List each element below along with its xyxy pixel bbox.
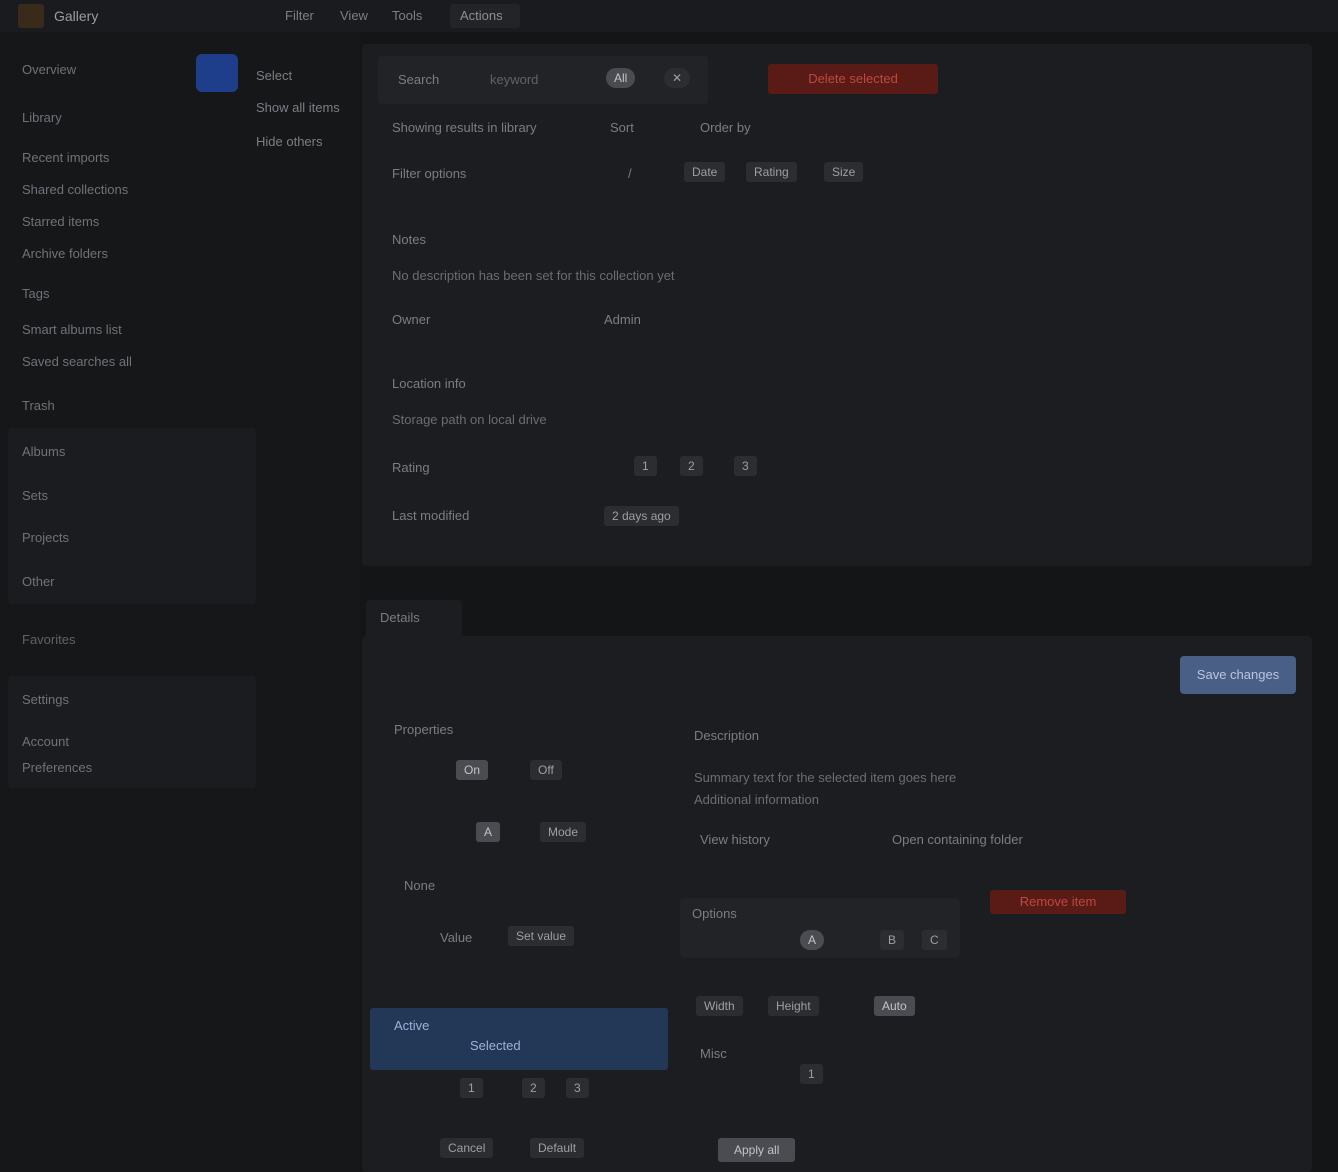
delete-selected-button[interactable]: Delete selected xyxy=(768,64,938,94)
sidebar-account[interactable]: Account xyxy=(22,734,69,749)
prop-row4-label: Value xyxy=(440,930,473,945)
option-a[interactable]: A xyxy=(800,930,825,950)
location-value: Storage path on local drive xyxy=(392,412,547,427)
sidebar-preferences[interactable]: Preferences xyxy=(22,760,92,775)
sidebar-item-overview[interactable]: Overview xyxy=(22,62,76,77)
sidebar-item-library[interactable]: Library xyxy=(22,110,62,125)
modified-label: Last modified xyxy=(392,508,470,523)
prop-row1-on[interactable]: On xyxy=(456,760,489,780)
sidebar-section-label: Favorites xyxy=(22,632,76,647)
prop-row1-off[interactable]: Off xyxy=(530,760,562,780)
sort-label[interactable]: Sort xyxy=(610,120,634,135)
sidebar-settings[interactable]: Settings xyxy=(22,692,69,707)
search-label: Search xyxy=(398,72,440,87)
sidebar-item-starred[interactable]: Starred items xyxy=(22,214,99,229)
bottom-option-1[interactable]: 1 xyxy=(460,1078,483,1098)
rating-option-3[interactable]: 3 xyxy=(734,456,757,476)
select-checkbox[interactable] xyxy=(196,54,238,92)
options-label: Options xyxy=(692,906,737,921)
order-by-label[interactable]: Order by xyxy=(700,120,751,135)
description-text: Summary text for the selected item goes … xyxy=(694,770,957,785)
results-subtitle: Showing results in library xyxy=(392,120,537,135)
sidebar-group-albums[interactable]: Albums xyxy=(22,444,65,459)
default-button[interactable]: Default xyxy=(530,1138,585,1158)
prop-row2-mode[interactable]: Mode xyxy=(540,822,587,842)
notes-value: No description has been set for this col… xyxy=(392,268,675,283)
sidebar-item-trash[interactable]: Trash xyxy=(22,398,55,413)
top-bar xyxy=(0,0,1338,32)
app-logo-icon xyxy=(18,4,44,28)
rating-option-2[interactable]: 2 xyxy=(680,456,703,476)
filter-label: Filter options xyxy=(392,166,467,181)
description-extra: Additional information xyxy=(694,792,820,807)
rating-label: Rating xyxy=(392,460,430,475)
remove-item-button[interactable]: Remove item xyxy=(990,890,1126,914)
cancel-button[interactable]: Cancel xyxy=(440,1138,494,1158)
close-icon[interactable]: ✕ xyxy=(664,68,691,88)
sidebar-item-tags[interactable]: Tags xyxy=(22,286,49,301)
actions-button-label: Actions xyxy=(460,8,503,23)
sidebar-group-sets[interactable]: Sets xyxy=(22,488,48,503)
prop-row3: None xyxy=(404,878,436,893)
sidebar-group-projects[interactable]: Projects xyxy=(22,530,69,545)
toggle-all-button[interactable]: All xyxy=(606,68,636,88)
sidebar-item-smart-albums[interactable]: Smart albums list xyxy=(22,322,122,337)
bottom-option-2[interactable]: 2 xyxy=(522,1078,545,1098)
owner-label: Owner xyxy=(392,312,431,327)
search-input[interactable]: keyword xyxy=(490,72,538,87)
auto-button[interactable]: Auto xyxy=(874,996,915,1016)
modified-value[interactable]: 2 days ago xyxy=(604,506,679,526)
app-title: Gallery xyxy=(54,8,99,24)
option-b[interactable]: B xyxy=(880,930,905,950)
sidebar-group-other[interactable]: Other xyxy=(22,574,55,589)
misc-value[interactable]: 1 xyxy=(800,1064,823,1084)
filter-chip-size[interactable]: Size xyxy=(824,162,864,182)
prop-row4-value[interactable]: Set value xyxy=(508,926,575,946)
misc-label: Misc xyxy=(700,1046,727,1061)
submenu-show-all[interactable]: Show all items xyxy=(256,100,340,115)
selected-row-active: Active xyxy=(394,1018,430,1033)
location-label: Location info xyxy=(392,376,466,391)
topnav-filter[interactable]: Filter xyxy=(285,8,314,23)
filter-chip-date[interactable]: Date xyxy=(684,162,726,182)
save-changes-button[interactable]: Save changes xyxy=(1180,656,1296,694)
submenu-hide-others[interactable]: Hide others xyxy=(256,134,322,149)
rating-option-1[interactable]: 1 xyxy=(634,456,657,476)
owner-value: Admin xyxy=(604,312,641,327)
sidebar-item-shared[interactable]: Shared collections xyxy=(22,182,128,197)
selected-row-selected: Selected xyxy=(470,1038,521,1053)
tab-details-label: Details xyxy=(380,610,420,625)
open-folder-link[interactable]: Open containing folder xyxy=(892,832,1023,847)
option-c[interactable]: C xyxy=(922,930,947,950)
sidebar-item-recent[interactable]: Recent imports xyxy=(22,150,109,165)
topnav-tools[interactable]: Tools xyxy=(392,8,422,23)
prop-row2-a[interactable]: A xyxy=(476,822,501,842)
topnav-view[interactable]: View xyxy=(340,8,368,23)
view-history-link[interactable]: View history xyxy=(700,832,770,847)
properties-title: Properties xyxy=(394,722,454,737)
description-title: Description xyxy=(694,728,760,743)
sidebar-item-saved-searches[interactable]: Saved searches all xyxy=(22,354,132,369)
sidebar-item-archive[interactable]: Archive folders xyxy=(22,246,108,261)
filter-separator: / xyxy=(628,166,632,181)
bottom-option-3[interactable]: 3 xyxy=(566,1078,589,1098)
submenu-select[interactable]: Select xyxy=(256,68,292,83)
height-field[interactable]: Height xyxy=(768,996,819,1016)
width-field[interactable]: Width xyxy=(696,996,743,1016)
filter-chip-rating[interactable]: Rating xyxy=(746,162,797,182)
apply-all-button[interactable]: Apply all xyxy=(718,1138,796,1162)
notes-label: Notes xyxy=(392,232,426,247)
